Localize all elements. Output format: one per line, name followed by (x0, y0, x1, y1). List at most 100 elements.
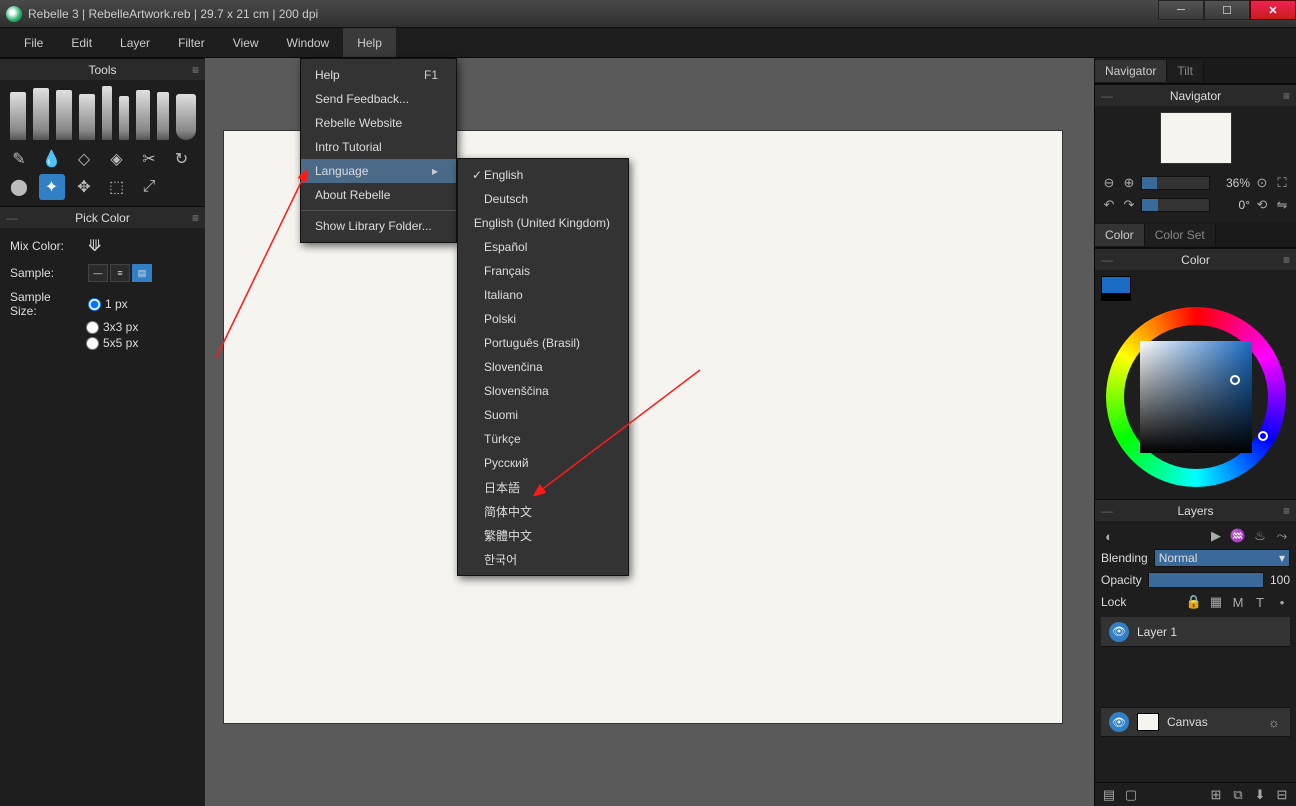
layer-mask-icon[interactable]: ▢ (1123, 787, 1139, 803)
current-color-swatch[interactable] (1101, 276, 1131, 294)
lang-11[interactable]: Türkçe (458, 427, 628, 451)
tab-tilt[interactable]: Tilt (1167, 60, 1204, 82)
brush-1[interactable] (10, 92, 26, 140)
transform-icon[interactable]: ✂ (136, 146, 162, 172)
lock-pixels-icon[interactable]: ▦ (1208, 594, 1224, 610)
menu-edit[interactable]: Edit (57, 28, 106, 57)
fill-icon[interactable]: ◈ (104, 146, 130, 172)
rotate-reset-icon[interactable]: ⟲ (1254, 197, 1270, 213)
lang-13[interactable]: 日本語 (458, 475, 628, 499)
maximize-button[interactable]: ☐ (1204, 0, 1250, 20)
menuitem-website[interactable]: Rebelle Website (301, 111, 456, 135)
erase-icon[interactable]: ◇ (71, 146, 97, 172)
zoom-slider[interactable] (1141, 176, 1210, 190)
rotate-cw-icon[interactable]: ↷ (1121, 197, 1137, 213)
blow-icon[interactable]: ⤳ (1274, 528, 1290, 544)
lang-16[interactable]: 한국어 (458, 547, 628, 571)
pickcolor-menu-icon[interactable]: ≡ (192, 211, 199, 225)
layers-menu-icon[interactable]: ≡ (1283, 504, 1290, 518)
canvas-layer-item[interactable]: 👁 Canvas ☼ (1101, 707, 1290, 737)
lang-14[interactable]: 简体中文 (458, 499, 628, 523)
menuitem-language[interactable]: Language▸ (301, 159, 456, 183)
mixcolor-icon[interactable]: ⟱ (88, 236, 101, 256)
delete-layer-icon[interactable]: ⊟ (1274, 787, 1290, 803)
add-layer-icon[interactable]: ⊞ (1208, 787, 1224, 803)
sample-mode-2[interactable]: ≡ (110, 264, 130, 282)
tab-navigator[interactable]: Navigator (1095, 60, 1167, 82)
lang-12[interactable]: Русский (458, 451, 628, 475)
menu-filter[interactable]: Filter (164, 28, 219, 57)
tab-colorset[interactable]: Color Set (1145, 224, 1216, 246)
lang-5[interactable]: Italiano (458, 283, 628, 307)
menu-file[interactable]: File (10, 28, 57, 57)
layer-visibility-icon[interactable]: 👁 (1109, 622, 1129, 642)
navigator-menu-icon[interactable]: ≡ (1283, 89, 1290, 103)
canvas-size-icon[interactable]: ⤢ (136, 174, 162, 200)
dry-icon[interactable]: ♨ (1252, 528, 1268, 544)
menuitem-feedback[interactable]: Send Feedback... (301, 87, 456, 111)
water-icon[interactable]: ⬤ (6, 174, 32, 200)
mask-t-icon[interactable]: T (1252, 594, 1268, 610)
menu-layer[interactable]: Layer (106, 28, 164, 57)
paint-icon[interactable]: ✎ (6, 146, 32, 172)
lang-2[interactable]: English (United Kingdom) (458, 211, 628, 235)
blend-icon[interactable]: 💧 (39, 146, 65, 172)
lock-alpha-icon[interactable]: • (1274, 594, 1290, 610)
lang-10[interactable]: Suomi (458, 403, 628, 427)
previous-color-swatch[interactable] (1101, 293, 1131, 301)
lock-icon[interactable]: 🔒 (1186, 594, 1202, 610)
duplicate-layer-icon[interactable]: ⧉ (1230, 787, 1246, 803)
layer-item[interactable]: 👁 Layer 1 (1101, 617, 1290, 647)
brush-9[interactable] (176, 94, 196, 140)
sample-mode-1[interactable]: — (88, 264, 108, 282)
samplesize-1px[interactable] (88, 298, 101, 311)
lang-0[interactable]: ✓English (458, 163, 628, 187)
brush-8[interactable] (157, 92, 169, 140)
undo-icon[interactable]: ↻ (169, 146, 195, 172)
zoom-reset-icon[interactable]: ⊙ (1254, 175, 1270, 191)
wet-icon[interactable]: ♒ (1230, 528, 1246, 544)
samplesize-3x3[interactable] (86, 321, 99, 334)
samplesize-5x5[interactable] (86, 337, 99, 350)
minimize-button[interactable]: ─ (1158, 0, 1204, 20)
lang-4[interactable]: Français (458, 259, 628, 283)
menuitem-about[interactable]: About Rebelle (301, 183, 456, 207)
blending-select[interactable]: Normal▾ (1154, 549, 1290, 567)
color-menu-icon[interactable]: ≡ (1283, 253, 1290, 267)
brush-7[interactable] (136, 90, 150, 140)
zoom-in-icon[interactable]: ⊕ (1121, 175, 1137, 191)
zoom-out-icon[interactable]: ⊖ (1101, 175, 1117, 191)
lang-15[interactable]: 繁體中文 (458, 523, 628, 547)
menuitem-help[interactable]: HelpF1 (301, 63, 456, 87)
canvas-settings-icon[interactable]: ☼ (1266, 714, 1282, 730)
brush-4[interactable] (79, 94, 95, 140)
mask-m-icon[interactable]: M (1230, 594, 1246, 610)
menu-view[interactable]: View (219, 28, 273, 57)
color-wheel[interactable] (1106, 307, 1286, 487)
select-icon[interactable]: ⬚ (104, 174, 130, 200)
move-icon[interactable]: ✥ (71, 174, 97, 200)
menuitem-intro[interactable]: Intro Tutorial (301, 135, 456, 159)
close-button[interactable]: ✕ (1250, 0, 1296, 20)
menuitem-showlib[interactable]: Show Library Folder... (301, 214, 456, 238)
sample-mode-3[interactable]: ▤ (132, 264, 152, 282)
merge-layer-icon[interactable]: ⬇ (1252, 787, 1268, 803)
canvas-visibility-icon[interactable]: 👁 (1109, 712, 1129, 732)
tools-menu-icon[interactable]: ≡ (192, 63, 199, 77)
layer-effects-icon[interactable]: ◐ (1101, 528, 1117, 544)
lang-1[interactable]: Deutsch (458, 187, 628, 211)
hue-handle[interactable] (1258, 431, 1268, 441)
navigator-thumbnail[interactable] (1160, 112, 1232, 164)
play-icon[interactable]: ▶ (1208, 528, 1224, 544)
flip-icon[interactable]: ⇋ (1274, 197, 1290, 213)
rotation-slider[interactable] (1141, 198, 1210, 212)
rotate-ccw-icon[interactable]: ↶ (1101, 197, 1117, 213)
opacity-slider[interactable] (1148, 572, 1264, 588)
lang-3[interactable]: Español (458, 235, 628, 259)
lang-9[interactable]: Slovenščina (458, 379, 628, 403)
tab-color[interactable]: Color (1095, 224, 1145, 246)
color-picker-handle[interactable] (1230, 375, 1240, 385)
layer-group-icon[interactable]: ▤ (1101, 787, 1117, 803)
lang-7[interactable]: Português (Brasil) (458, 331, 628, 355)
brush-2[interactable] (33, 88, 49, 140)
